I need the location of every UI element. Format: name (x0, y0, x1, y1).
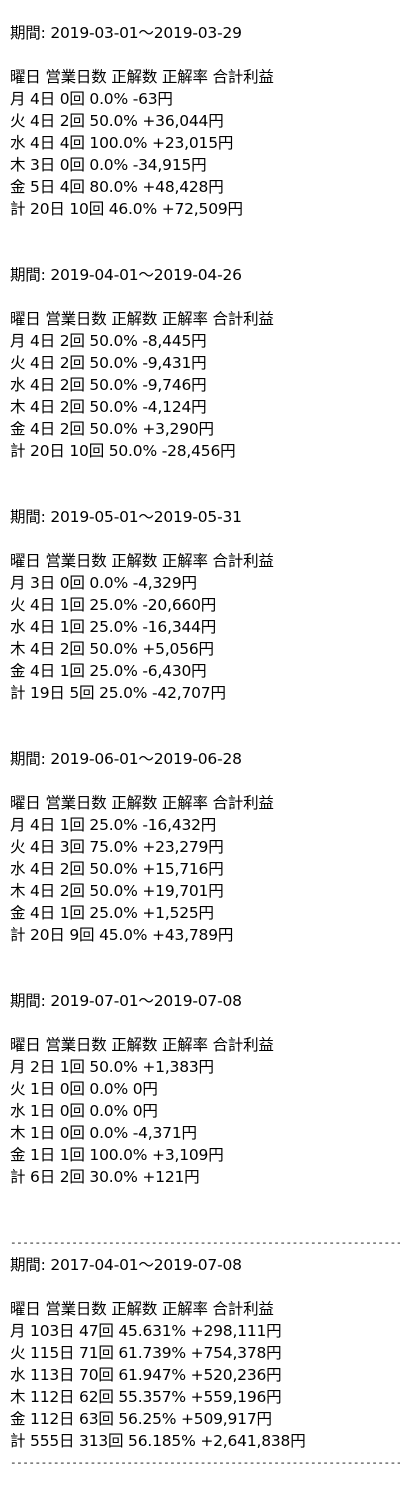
total-row: 計 19日 5回 25.0% -42,707円 (10, 684, 226, 702)
summary-total-row: 計 555日 313回 56.185% +2,641,838円 (10, 1432, 306, 1450)
summary-row: 火 115日 71回 61.739% +754,378円 (10, 1344, 282, 1362)
total-row: 計 20日 10回 46.0% +72,509円 (10, 200, 243, 218)
divider-line-bottom: ----------------------------------------… (10, 1456, 400, 1469)
stat-row: 火 4日 2回 50.0% +36,044円 (10, 112, 224, 130)
stat-row: 木 4日 2回 50.0% +19,701円 (10, 882, 224, 900)
stat-row: 月 4日 1回 25.0% -16,432円 (10, 816, 217, 834)
stat-row: 月 3日 0回 0.0% -4,329円 (10, 574, 197, 592)
period-line: 期間: 2019-05-01〜2019-05-31 (10, 508, 242, 526)
stat-row: 水 4日 2回 50.0% -9,746円 (10, 376, 207, 394)
divider-line-top: ----------------------------------------… (10, 1236, 400, 1249)
stat-row: 月 2日 1回 50.0% +1,383円 (10, 1058, 214, 1076)
column-header: 曜日 営業日数 正解数 正解率 合計利益 (10, 794, 274, 812)
period-line: 期間: 2019-06-01〜2019-06-28 (10, 750, 242, 768)
period-line: 期間: 2019-03-01〜2019-03-29 (10, 24, 242, 42)
column-header: 曜日 営業日数 正解数 正解率 合計利益 (10, 1036, 274, 1054)
stat-row: 木 1日 0回 0.0% -4,371円 (10, 1124, 197, 1142)
stat-row: 金 4日 1回 25.0% +1,525円 (10, 904, 214, 922)
total-row: 計 6日 2回 30.0% +121円 (10, 1168, 200, 1186)
summary-row: 月 103日 47回 45.631% +298,111円 (10, 1322, 282, 1340)
stat-row: 月 4日 0回 0.0% -63円 (10, 90, 173, 108)
summary-row: 木 112日 62回 55.357% +559,196円 (10, 1388, 282, 1406)
total-row: 計 20日 9回 45.0% +43,789円 (10, 926, 234, 944)
stat-row: 水 4日 2回 50.0% +15,716円 (10, 860, 224, 878)
stat-row: 火 4日 3回 75.0% +23,279円 (10, 838, 224, 856)
stat-row: 水 1日 0回 0.0% 0円 (10, 1102, 158, 1120)
stat-row: 金 4日 1回 25.0% -6,430円 (10, 662, 207, 680)
period-line: 期間: 2019-04-01〜2019-04-26 (10, 266, 242, 284)
stat-row: 水 4日 1回 25.0% -16,344円 (10, 618, 217, 636)
column-header: 曜日 営業日数 正解数 正解率 合計利益 (10, 310, 274, 328)
column-header: 曜日 営業日数 正解数 正解率 合計利益 (10, 552, 274, 570)
stat-row: 金 4日 2回 50.0% +3,290円 (10, 420, 214, 438)
stat-row: 月 4日 2回 50.0% -8,445円 (10, 332, 207, 350)
summary-period-line: 期間: 2017-04-01〜2019-07-08 (10, 1256, 242, 1274)
stat-row: 水 4日 4回 100.0% +23,015円 (10, 134, 234, 152)
stat-row: 火 4日 1回 25.0% -20,660円 (10, 596, 217, 614)
column-header: 曜日 営業日数 正解数 正解率 合計利益 (10, 68, 274, 86)
stat-row: 木 4日 2回 50.0% +5,056円 (10, 640, 214, 658)
stat-row: 木 3日 0回 0.0% -34,915円 (10, 156, 207, 174)
stat-row: 金 1日 1回 100.0% +3,109円 (10, 1146, 224, 1164)
stat-row: 火 1日 0回 0.0% 0円 (10, 1080, 158, 1098)
summary-row: 水 113日 70回 61.947% +520,236円 (10, 1366, 282, 1384)
total-row: 計 20日 10回 50.0% -28,456円 (10, 442, 236, 460)
summary-row: 金 112日 63回 56.25% +509,917円 (10, 1410, 272, 1428)
stats-document: 期間: 2019-03-01〜2019-03-29 曜日 営業日数 正解数 正解… (0, 0, 400, 1496)
stat-row: 金 5日 4回 80.0% +48,428円 (10, 178, 224, 196)
summary-column-header: 曜日 営業日数 正解数 正解率 合計利益 (10, 1300, 274, 1318)
stat-row: 木 4日 2回 50.0% -4,124円 (10, 398, 207, 416)
period-line: 期間: 2019-07-01〜2019-07-08 (10, 992, 242, 1010)
stat-row: 火 4日 2回 50.0% -9,431円 (10, 354, 207, 372)
